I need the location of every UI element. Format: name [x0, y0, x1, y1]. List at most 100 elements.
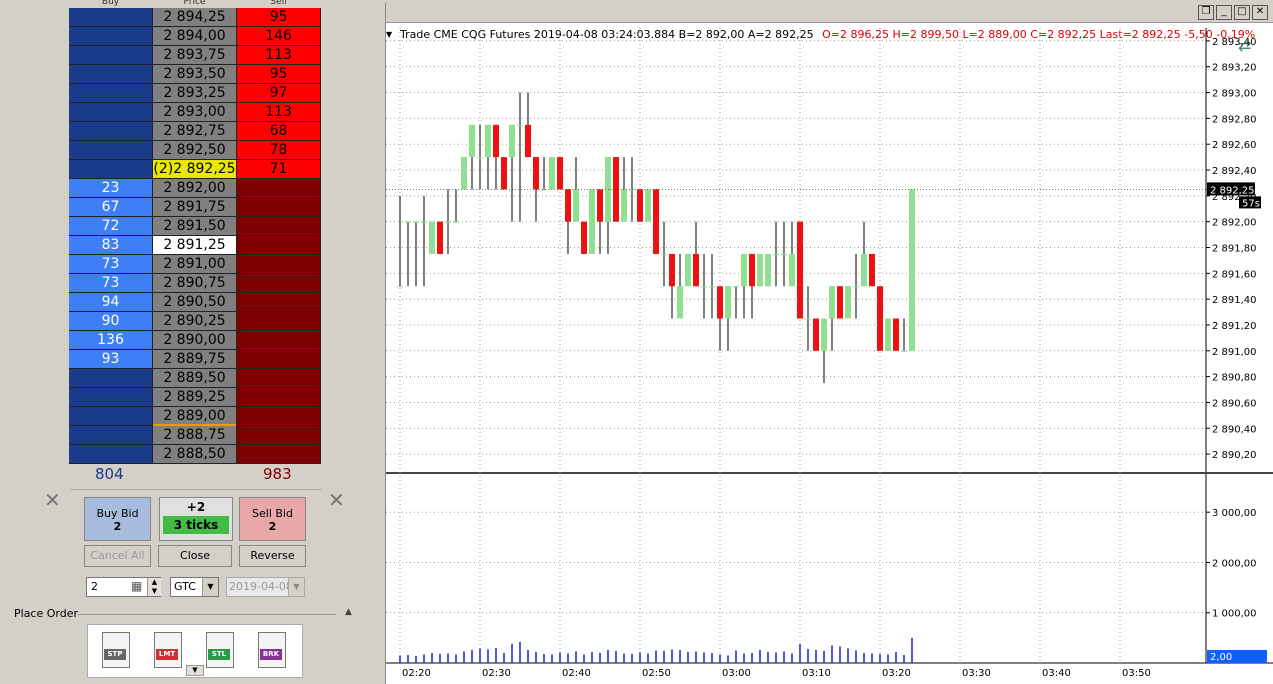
- lmt-order-icon[interactable]: LMT: [154, 632, 182, 668]
- dom-price-cell[interactable]: 2 890,50: [153, 293, 237, 312]
- dom-sell-cell[interactable]: 113: [237, 103, 321, 122]
- dom-sell-cell[interactable]: [237, 255, 321, 274]
- dom-buy-cell[interactable]: [69, 141, 153, 160]
- dom-buy-cell[interactable]: [69, 122, 153, 141]
- quantity-stepper[interactable]: 2 ▦ ▲ ▼: [86, 577, 161, 597]
- dom-sell-cell[interactable]: 71: [237, 160, 321, 179]
- dom-sell-cell[interactable]: 113: [237, 46, 321, 65]
- dom-sell-cell[interactable]: 97: [237, 84, 321, 103]
- dom-sell-cell[interactable]: [237, 426, 321, 445]
- dom-sell-cell[interactable]: [237, 312, 321, 331]
- dom-buy-cell[interactable]: 67: [69, 198, 153, 217]
- dom-price-cell[interactable]: 2 893,00: [153, 103, 237, 122]
- dom-row[interactable]: 83 2 891,25: [69, 236, 321, 255]
- calculator-icon[interactable]: ▦: [131, 579, 142, 593]
- chevron-down-icon[interactable]: ▼: [202, 578, 218, 596]
- dom-price-cell[interactable]: 2 893,50: [153, 65, 237, 84]
- dom-row[interactable]: 73 2 890,75: [69, 274, 321, 293]
- dom-row[interactable]: 90 2 890,25: [69, 312, 321, 331]
- close-button[interactable]: Close: [158, 545, 232, 567]
- dom-price-cell[interactable]: 2 888,50: [153, 445, 237, 464]
- dom-buy-cell[interactable]: 136: [69, 331, 153, 350]
- stl-order-icon[interactable]: STL: [206, 632, 234, 668]
- dom-price-cell[interactable]: (2)2 892,25: [153, 160, 237, 179]
- dom-price-cell[interactable]: 2 892,75: [153, 122, 237, 141]
- date-select[interactable]: 2019-04-08 ▼: [226, 577, 305, 597]
- close-right-icon[interactable]: ✕: [328, 488, 345, 512]
- tif-select[interactable]: GTC ▼: [170, 577, 219, 597]
- dom-price-cell[interactable]: 2 890,75: [153, 274, 237, 293]
- dom-row[interactable]: 2 889,50: [69, 369, 321, 388]
- dom-sell-cell[interactable]: 146: [237, 27, 321, 46]
- dom-sell-cell[interactable]: [237, 350, 321, 369]
- spinner-arrows-icon[interactable]: ▲ ▼: [147, 578, 161, 596]
- dom-price-cell[interactable]: 2 893,75: [153, 46, 237, 65]
- dom-buy-cell[interactable]: [69, 8, 153, 27]
- dom-row[interactable]: 2 889,00: [69, 407, 321, 426]
- chevron-down-icon[interactable]: ▼: [288, 578, 304, 596]
- dom-buy-cell[interactable]: 90: [69, 312, 153, 331]
- dom-price-cell[interactable]: 2 889,75: [153, 350, 237, 369]
- dom-row[interactable]: 2 889,25: [69, 388, 321, 407]
- dom-sell-cell[interactable]: [237, 407, 321, 426]
- dom-price-cell[interactable]: 2 893,25: [153, 84, 237, 103]
- dom-sell-cell[interactable]: [237, 331, 321, 350]
- dom-row[interactable]: 136 2 890,00: [69, 331, 321, 350]
- dom-price-cell[interactable]: 2 890,00: [153, 331, 237, 350]
- dom-buy-cell[interactable]: 72: [69, 217, 153, 236]
- dom-buy-cell[interactable]: [69, 388, 153, 407]
- sell-bid-button[interactable]: Sell Bid 2: [239, 497, 306, 541]
- dom-price-cell[interactable]: 2 890,25: [153, 312, 237, 331]
- dom-row[interactable]: (2)2 892,25 71: [69, 160, 321, 179]
- dom-sell-cell[interactable]: [237, 293, 321, 312]
- dom-row[interactable]: 2 893,00 113: [69, 103, 321, 122]
- dom-price-cell[interactable]: 2 889,50: [153, 369, 237, 388]
- dom-sell-cell[interactable]: 95: [237, 8, 321, 27]
- dom-buy-cell[interactable]: [69, 445, 153, 464]
- dom-buy-cell[interactable]: [69, 103, 153, 122]
- dom-buy-cell[interactable]: [69, 369, 153, 388]
- collapse-icon[interactable]: ▲: [345, 607, 352, 617]
- stp-order-icon[interactable]: STP: [102, 632, 130, 668]
- dom-row[interactable]: 94 2 890,50: [69, 293, 321, 312]
- dom-row[interactable]: 2 894,25 95: [69, 8, 321, 27]
- dom-row[interactable]: 2 888,50: [69, 445, 321, 464]
- dom-row[interactable]: 2 894,00 146: [69, 27, 321, 46]
- dom-sell-cell[interactable]: 95: [237, 65, 321, 84]
- dom-buy-cell[interactable]: 23: [69, 179, 153, 198]
- brk-order-icon[interactable]: BRK: [258, 632, 286, 668]
- dom-buy-cell[interactable]: 83: [69, 236, 153, 255]
- dom-price-cell[interactable]: 2 894,25: [153, 8, 237, 27]
- dom-sell-cell[interactable]: [237, 369, 321, 388]
- dom-row[interactable]: 23 2 892,00: [69, 179, 321, 198]
- expand-icon[interactable]: ▼: [186, 665, 204, 676]
- reverse-button[interactable]: Reverse: [239, 545, 306, 567]
- dom-buy-cell[interactable]: [69, 65, 153, 84]
- price-volume-chart[interactable]: 2 893,40 2 893,20 2 893,00 2 892,80 2 892,60…: [386, 3, 1273, 684]
- dom-sell-cell[interactable]: [237, 445, 321, 464]
- dom-row[interactable]: 2 893,75 113: [69, 46, 321, 65]
- dom-price-cell[interactable]: 2 892,50: [153, 141, 237, 160]
- cancel-all-button[interactable]: Cancel All: [84, 545, 151, 567]
- dom-sell-cell[interactable]: [237, 274, 321, 293]
- dom-row[interactable]: 2 892,75 68: [69, 122, 321, 141]
- dom-row[interactable]: 2 893,25 97: [69, 84, 321, 103]
- dom-price-cell[interactable]: 2 891,50: [153, 217, 237, 236]
- dom-row[interactable]: 2 892,50 78: [69, 141, 321, 160]
- buy-bid-button[interactable]: Buy Bid 2: [84, 497, 151, 541]
- dom-buy-cell[interactable]: [69, 426, 153, 445]
- dom-row[interactable]: 72 2 891,50: [69, 217, 321, 236]
- dom-price-cell[interactable]: 2 888,75: [153, 426, 237, 445]
- dom-sell-cell[interactable]: 68: [237, 122, 321, 141]
- dom-row[interactable]: 2 888,75: [69, 426, 321, 445]
- dom-row[interactable]: 93 2 889,75: [69, 350, 321, 369]
- dom-row[interactable]: 73 2 891,00: [69, 255, 321, 274]
- dom-buy-cell[interactable]: [69, 46, 153, 65]
- dom-row[interactable]: 2 893,50 95: [69, 65, 321, 84]
- dom-buy-cell[interactable]: [69, 84, 153, 103]
- dom-price-cell[interactable]: 2 891,25: [153, 236, 237, 255]
- dom-sell-cell[interactable]: [237, 217, 321, 236]
- dom-sell-cell[interactable]: [237, 388, 321, 407]
- dom-price-cell[interactable]: 2 892,00: [153, 179, 237, 198]
- dom-sell-cell[interactable]: [237, 236, 321, 255]
